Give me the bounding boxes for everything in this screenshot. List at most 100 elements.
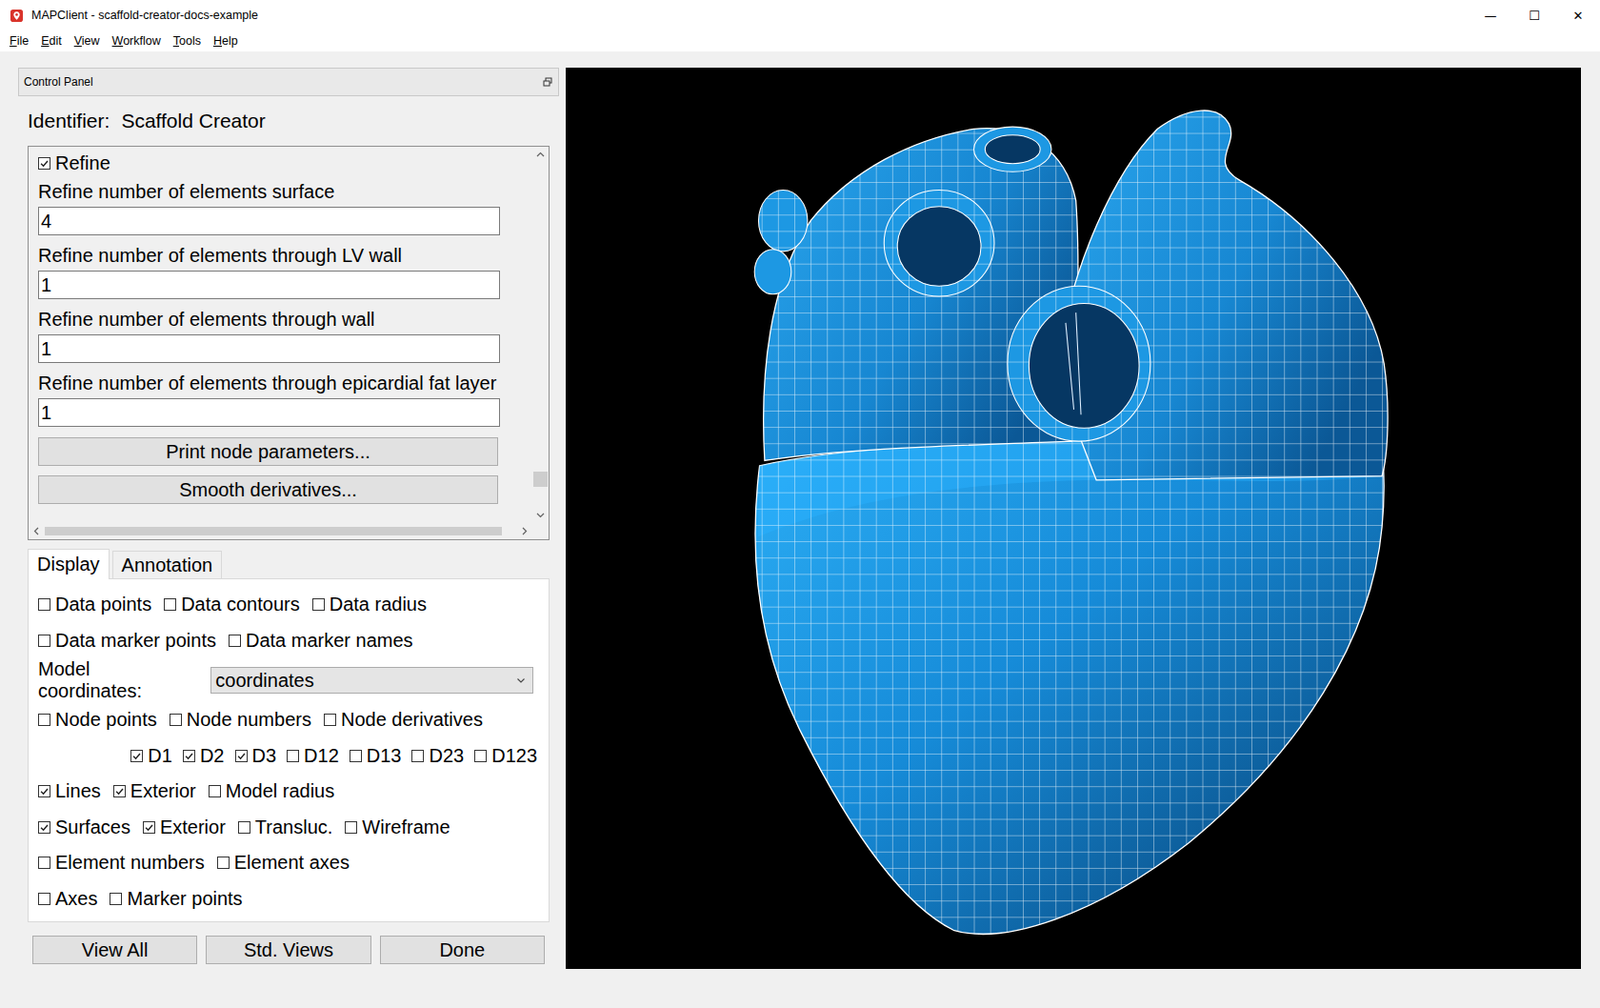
- menu-item[interactable]: Workflow: [111, 34, 162, 48]
- display-option[interactable]: Node numbers: [169, 708, 312, 731]
- display-option[interactable]: Axes: [38, 887, 98, 910]
- display-option[interactable]: Wireframe: [344, 816, 450, 839]
- scroll-up-icon[interactable]: [532, 146, 549, 163]
- checkbox[interactable]: [238, 820, 251, 834]
- checkbox[interactable]: [38, 598, 51, 611]
- checkbox[interactable]: [38, 856, 51, 869]
- display-option[interactable]: Element axes: [217, 851, 350, 874]
- scene-viewer[interactable]: [565, 67, 1581, 969]
- scroll-thumb[interactable]: [533, 471, 548, 487]
- text-field[interactable]: 4: [38, 206, 500, 236]
- checkbox[interactable]: [163, 598, 177, 611]
- menu-item[interactable]: Help: [212, 34, 240, 48]
- scroll-down-icon[interactable]: [532, 506, 549, 523]
- checkbox[interactable]: [169, 713, 182, 726]
- window-control-button[interactable]: ✕: [1556, 0, 1600, 31]
- checkbox[interactable]: [142, 820, 156, 834]
- panel-button[interactable]: Std. Views: [205, 935, 371, 964]
- window-control-button[interactable]: —: [1468, 0, 1513, 31]
- display-option[interactable]: D1: [130, 744, 173, 767]
- control-panel-header: Control Panel: [18, 67, 560, 97]
- panel-button[interactable]: View All: [32, 935, 198, 964]
- field-label: Refine number of elements through epicar…: [38, 367, 533, 399]
- restore-icon[interactable]: [542, 77, 553, 87]
- display-option[interactable]: Lines: [38, 780, 101, 802]
- display-option[interactable]: Exterior: [142, 816, 226, 839]
- tab[interactable]: Display: [27, 548, 110, 580]
- text-field[interactable]: 1: [38, 398, 500, 427]
- menu-item[interactable]: File: [8, 34, 30, 48]
- checkbox-row: Axes Marker points: [28, 880, 549, 918]
- checkbox[interactable]: [38, 713, 51, 726]
- display-option[interactable]: D23: [411, 744, 464, 767]
- heart-scaffold-render[interactable]: [565, 67, 1581, 969]
- identifier-value: Scaffold Creator: [120, 109, 265, 133]
- menu-item[interactable]: Tools: [172, 34, 202, 48]
- display-option[interactable]: D12: [286, 744, 340, 767]
- checkbox[interactable]: [323, 713, 337, 726]
- checkbox[interactable]: [113, 784, 126, 798]
- checkbox[interactable]: [474, 749, 487, 762]
- checkbox[interactable]: [411, 749, 424, 762]
- option-label: Data contours: [180, 593, 300, 616]
- checkbox[interactable]: [217, 856, 230, 869]
- checkbox[interactable]: [312, 598, 325, 611]
- display-option[interactable]: Transluc.: [238, 816, 334, 839]
- display-option[interactable]: Data radius: [312, 593, 427, 616]
- display-option[interactable]: Data marker names: [228, 629, 414, 652]
- menu-item[interactable]: Edit: [40, 34, 63, 48]
- window-control-button[interactable]: ☐: [1512, 0, 1557, 31]
- horizontal-scrollbar[interactable]: [28, 522, 533, 540]
- checkbox[interactable]: [286, 749, 300, 762]
- checkbox[interactable]: [344, 820, 358, 834]
- option-label: D12: [303, 744, 340, 767]
- identifier: Identifier: Scaffold Creator: [18, 96, 560, 146]
- text-field[interactable]: 1: [38, 270, 500, 300]
- checkbox[interactable]: [38, 820, 51, 834]
- display-option[interactable]: Node derivatives: [323, 708, 483, 731]
- field-label: Refine number of elements surface: [38, 176, 533, 207]
- checkbox[interactable]: [235, 749, 248, 762]
- control-panel-title: Control Panel: [23, 75, 94, 89]
- checkbox[interactable]: [208, 784, 221, 798]
- display-option[interactable]: Element numbers: [38, 851, 205, 874]
- option-button[interactable]: Smooth derivatives...: [38, 475, 499, 504]
- checkbox[interactable]: [38, 634, 51, 647]
- display-option[interactable]: D123: [474, 744, 538, 767]
- checkbox[interactable]: [38, 784, 51, 798]
- option-button[interactable]: Print node parameters...: [38, 437, 499, 466]
- coordinates-select[interactable]: coordinates: [210, 666, 534, 694]
- refine-option[interactable]: Refine: [38, 149, 533, 177]
- panel-button[interactable]: Done: [380, 935, 545, 964]
- menu-bar: File Edit View Workflow Tools Help: [0, 30, 1600, 52]
- checkbox[interactable]: [349, 749, 362, 762]
- scroll-thumb[interactable]: [44, 526, 502, 536]
- option-label: Node numbers: [186, 708, 312, 731]
- display-option[interactable]: Marker points: [109, 887, 242, 910]
- display-option[interactable]: Surfaces: [38, 816, 131, 839]
- tab[interactable]: Annotation: [112, 550, 223, 579]
- display-option[interactable]: Node points: [38, 708, 158, 731]
- check-icon: [183, 750, 195, 761]
- option-label: Surfaces: [55, 816, 131, 839]
- checkbox[interactable]: [109, 892, 122, 905]
- checkbox[interactable]: [38, 892, 51, 905]
- display-option[interactable]: Data points: [38, 593, 152, 616]
- vertical-scrollbar[interactable]: [532, 146, 549, 523]
- option-field: Refine number of elements through LV wal…: [38, 240, 533, 300]
- display-option[interactable]: Model radius: [208, 780, 336, 802]
- display-option[interactable]: D2: [182, 744, 225, 767]
- checkbox[interactable]: [228, 634, 241, 647]
- scroll-left-icon[interactable]: [28, 522, 45, 540]
- display-option[interactable]: D13: [349, 744, 402, 767]
- checkbox[interactable]: [182, 749, 196, 762]
- display-option[interactable]: D3: [235, 744, 278, 767]
- menu-item[interactable]: View: [73, 34, 101, 48]
- scroll-right-icon[interactable]: [516, 522, 533, 540]
- display-option[interactable]: Data marker points: [38, 629, 217, 652]
- display-option[interactable]: Data contours: [163, 593, 300, 616]
- checkbox[interactable]: [38, 157, 51, 170]
- display-option[interactable]: Exterior: [113, 780, 197, 802]
- checkbox[interactable]: [130, 749, 143, 762]
- text-field[interactable]: 1: [38, 334, 500, 363]
